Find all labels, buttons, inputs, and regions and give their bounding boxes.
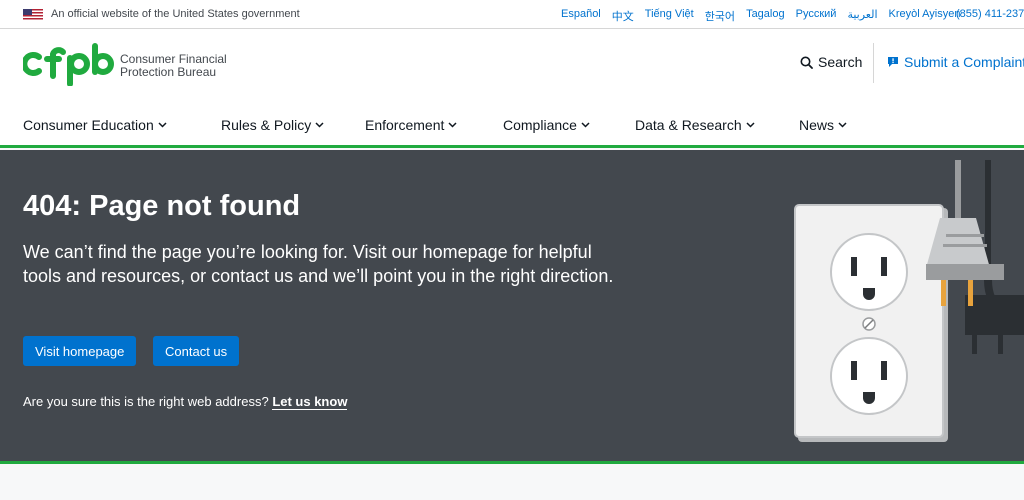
lang-link-korean[interactable]: 한국어	[705, 8, 735, 24]
lang-link-spanish[interactable]: Español	[561, 8, 601, 24]
site-header: Consumer Financial Protection Bureau Sea…	[0, 29, 1024, 101]
us-flag-icon	[23, 9, 43, 20]
complaint-label: Submit a Complaint	[904, 54, 1024, 70]
main-nav: Consumer Education Rules & Policy Enforc…	[0, 101, 1024, 148]
search-button[interactable]: Search	[800, 54, 862, 70]
lang-link-vietnamese[interactable]: Tiếng Việt	[645, 8, 694, 24]
chevron-down-icon	[746, 122, 755, 128]
lang-link-arabic[interactable]: العربية	[847, 8, 877, 24]
error-hero: 404: Page not found We can’t find the pa…	[0, 150, 1024, 464]
let-us-know-link[interactable]: Let us know	[272, 394, 348, 410]
visit-homepage-button[interactable]: Visit homepage	[23, 336, 137, 366]
lang-link-russian[interactable]: Русский	[796, 8, 837, 24]
nav-item-label: Rules & Policy	[221, 117, 312, 133]
page-footer-area	[0, 467, 1024, 500]
contact-us-button[interactable]: Contact us	[153, 336, 240, 366]
header-divider	[873, 43, 874, 83]
chevron-down-icon	[838, 122, 847, 128]
nav-item-label: News	[799, 117, 835, 133]
gov-banner-text: An official website of the United States…	[51, 8, 300, 20]
nav-item-news[interactable]: News	[799, 117, 847, 133]
nav-item-label: Consumer Education	[23, 117, 154, 133]
gov-banner: An official website of the United States…	[0, 0, 1024, 29]
chevron-down-icon	[315, 122, 324, 128]
nav-item-data-research[interactable]: Data & Research	[635, 117, 755, 133]
lang-link-haitian-creole[interactable]: Kreyòl Ayisyen	[889, 8, 961, 24]
chevron-down-icon	[448, 122, 457, 128]
address-question: Are you sure this is the right web addre…	[23, 394, 348, 410]
nav-item-label: Enforcement	[365, 117, 445, 133]
nav-item-enforcement[interactable]: Enforcement	[365, 117, 457, 133]
lang-link-chinese[interactable]: 中文	[612, 8, 634, 24]
error-description: We can’t find the page you’re looking fo…	[23, 242, 614, 286]
chevron-down-icon	[158, 122, 167, 128]
complaint-icon	[888, 57, 898, 67]
nav-item-label: Compliance	[503, 117, 577, 133]
address-question-text: Are you sure this is the right web addre…	[23, 394, 269, 409]
page-title: 404: Page not found	[23, 190, 301, 222]
chevron-down-icon	[581, 122, 590, 128]
phone-link[interactable]: (855) 411-2372	[956, 8, 1024, 20]
cfpb-logo-icon[interactable]	[23, 42, 115, 86]
nav-item-label: Data & Research	[635, 117, 742, 133]
lang-link-tagalog[interactable]: Tagalog	[746, 8, 785, 24]
logo-text-line2: Protection Bureau	[120, 65, 217, 79]
unplugged-outlet-illustration	[794, 160, 1024, 442]
nav-item-rules-policy[interactable]: Rules & Policy	[221, 117, 324, 133]
logo-text: Consumer Financial Protection Bureau	[120, 53, 227, 79]
nav-item-compliance[interactable]: Compliance	[503, 117, 590, 133]
search-icon	[800, 56, 813, 69]
nav-item-consumer-education[interactable]: Consumer Education	[23, 117, 167, 133]
search-label: Search	[818, 54, 863, 70]
language-links: Español 中文 Tiếng Việt 한국어 Tagalog Русски…	[561, 8, 971, 24]
submit-complaint-button[interactable]: Submit a Complaint	[887, 54, 1024, 70]
